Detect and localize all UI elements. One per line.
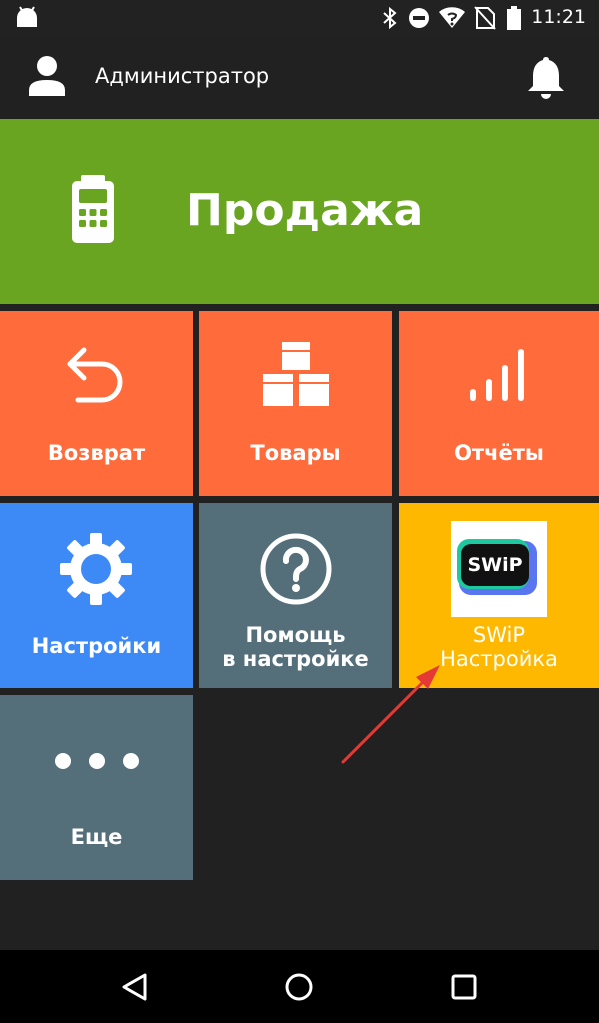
bluetooth-icon (382, 6, 398, 30)
reports-tile[interactable]: Отчёты (399, 311, 599, 496)
undo-arrow-icon (64, 344, 128, 408)
user-name[interactable]: Администратор (95, 64, 269, 88)
annotation-arrow (330, 655, 450, 775)
gear-icon (58, 531, 134, 607)
settings-label: Настройки (31, 634, 162, 658)
pos-terminal-icon (70, 175, 116, 245)
sale-title: Продажа (186, 185, 424, 236)
more-label: Еще (70, 825, 123, 849)
battery-icon (507, 6, 521, 30)
header: Администратор (0, 36, 599, 119)
android-icon (14, 5, 40, 29)
recents-icon[interactable] (451, 974, 477, 1000)
question-icon (260, 533, 332, 605)
user-icon[interactable] (27, 54, 67, 98)
bar-signal-icon (469, 348, 529, 402)
dnd-icon (408, 6, 430, 30)
goods-tile[interactable]: Товары (199, 311, 392, 496)
goods-label: Товары (250, 441, 341, 465)
no-sim-icon (474, 6, 496, 30)
return-tile[interactable]: Возврат (0, 311, 193, 496)
bell-icon[interactable] (526, 54, 566, 100)
status-bar: 11:21 (0, 0, 599, 36)
clock: 11:21 (531, 6, 586, 28)
boxes-icon (263, 342, 329, 408)
home-icon[interactable] (284, 972, 314, 1002)
settings-tile[interactable]: Настройки (0, 503, 193, 688)
swip-label-line1: SWiP (472, 623, 526, 647)
wifi-icon (438, 6, 466, 30)
dots-icon (54, 751, 140, 771)
swip-logo-text: SWiP (467, 554, 523, 576)
back-icon[interactable] (120, 972, 150, 1002)
sale-tile[interactable]: Продажа (0, 119, 599, 304)
more-tile[interactable]: Еще (0, 695, 193, 880)
reports-label: Отчёты (454, 441, 544, 465)
return-label: Возврат (47, 441, 146, 465)
navigation-bar (0, 950, 599, 1023)
swip-logo-icon: SWiP (451, 521, 547, 617)
help-label-line1: Помощь (245, 623, 346, 647)
